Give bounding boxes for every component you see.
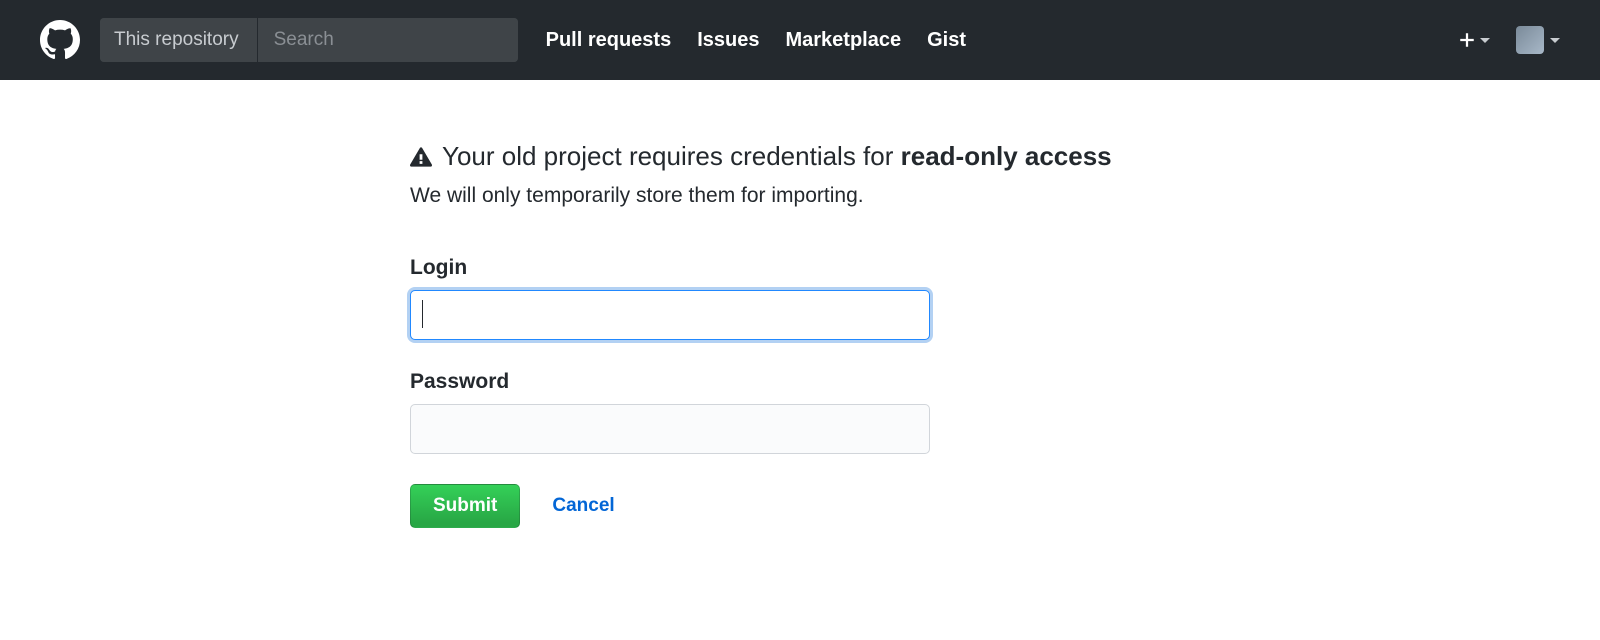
page-title-text: Your old project requires credentials fo…: [442, 141, 901, 171]
text-cursor: [422, 300, 423, 328]
password-input[interactable]: [410, 404, 930, 454]
password-field-group: Password: [410, 370, 1170, 454]
caret-down-icon: [1480, 38, 1490, 43]
login-label: Login: [410, 256, 1170, 280]
github-logo[interactable]: [40, 20, 80, 60]
nav-issues[interactable]: Issues: [697, 29, 759, 52]
main-content: Your old project requires credentials fo…: [410, 140, 1190, 528]
alert-triangle-icon: [410, 146, 432, 168]
avatar: [1516, 26, 1544, 54]
header-search: This repository: [100, 18, 518, 62]
header-right: [1458, 26, 1560, 54]
plus-icon: [1458, 31, 1476, 49]
page-subtitle: We will only temporarily store them for …: [410, 184, 1170, 208]
submit-button[interactable]: Submit: [410, 484, 520, 528]
form-actions: Submit Cancel: [410, 484, 1170, 528]
page-title: Your old project requires credentials fo…: [410, 140, 1170, 174]
primary-nav: Pull requests Issues Marketplace Gist: [546, 29, 966, 52]
nav-gist[interactable]: Gist: [927, 29, 966, 52]
create-new-menu[interactable]: [1458, 31, 1490, 49]
user-menu[interactable]: [1516, 26, 1560, 54]
caret-down-icon: [1550, 38, 1560, 43]
cancel-link[interactable]: Cancel: [552, 495, 614, 517]
nav-marketplace[interactable]: Marketplace: [785, 29, 901, 52]
page-title-emphasis: read-only access: [901, 141, 1112, 171]
password-label: Password: [410, 370, 1170, 394]
nav-pull-requests[interactable]: Pull requests: [546, 29, 672, 52]
github-mark-icon: [40, 20, 80, 60]
search-scope-label[interactable]: This repository: [100, 18, 258, 62]
top-header: This repository Pull requests Issues Mar…: [0, 0, 1600, 80]
search-input[interactable]: [258, 18, 518, 62]
login-input[interactable]: [410, 290, 930, 340]
login-field-group: Login: [410, 256, 1170, 340]
